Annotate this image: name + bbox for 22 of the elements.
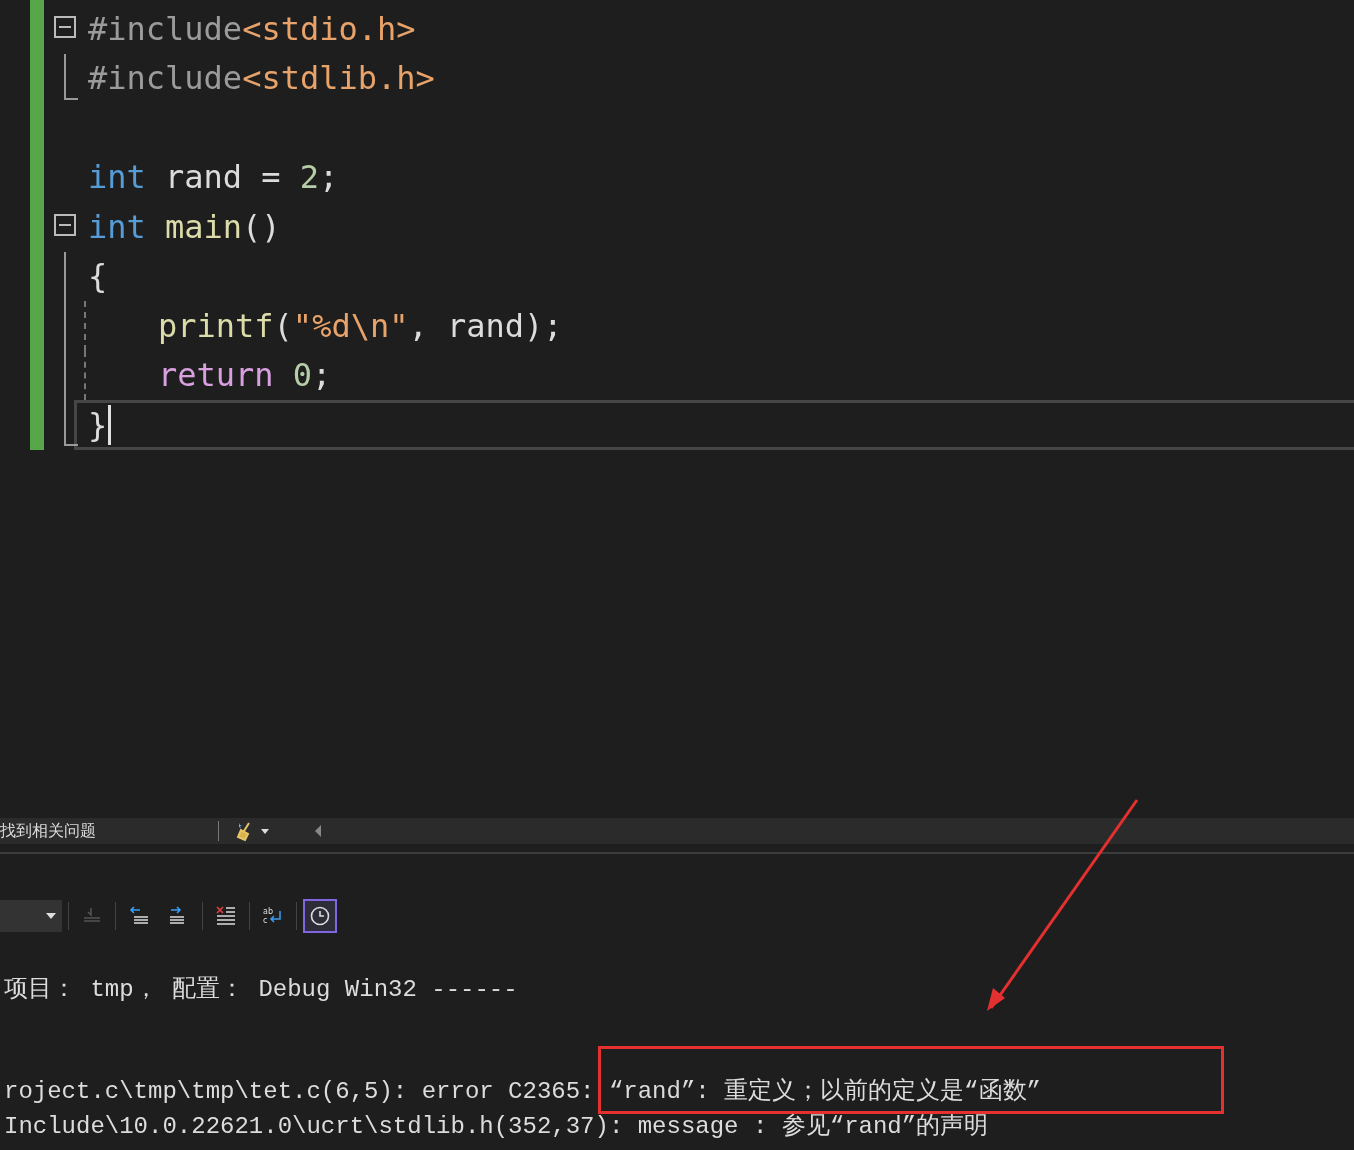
code-line: #include<stdio.h> — [88, 9, 416, 48]
clock-icon — [309, 906, 331, 926]
output-line: 项目： tmp， 配置： Debug Win32 ------ — [4, 974, 518, 1004]
collapse-icon[interactable] — [54, 16, 76, 38]
clock-button[interactable] — [303, 899, 337, 933]
code-line: { — [88, 257, 108, 296]
code-line: printf("%d\n", rand); — [158, 306, 563, 345]
caret-icon — [46, 913, 56, 919]
previous-message-icon — [128, 906, 150, 926]
status-text: 找到相关问题 — [0, 820, 97, 842]
code-line: int rand = 2; — [88, 158, 339, 197]
output-line: roject.c\tmp\tmp\tet.c(6,5): error C2365: “rand”: 重定义；以前的定义是“函数” — [4, 1076, 1041, 1106]
code-line: int main() — [88, 207, 281, 246]
code-line: } — [88, 405, 108, 444]
scroll-left-icon[interactable] — [313, 824, 323, 838]
word-wrap-button[interactable]: ab c — [256, 899, 290, 933]
code-line: #include<stdlib.h> — [88, 59, 435, 98]
clear-all-icon — [215, 906, 237, 926]
code-line: return 0; — [158, 356, 332, 395]
output-line: Include\10.0.22621.0\ucrt\stdlib.h(352,37): message : 参见“rand”的声明 — [4, 1111, 989, 1141]
text-cursor — [108, 404, 112, 445]
collapse-icon[interactable] — [54, 214, 76, 236]
